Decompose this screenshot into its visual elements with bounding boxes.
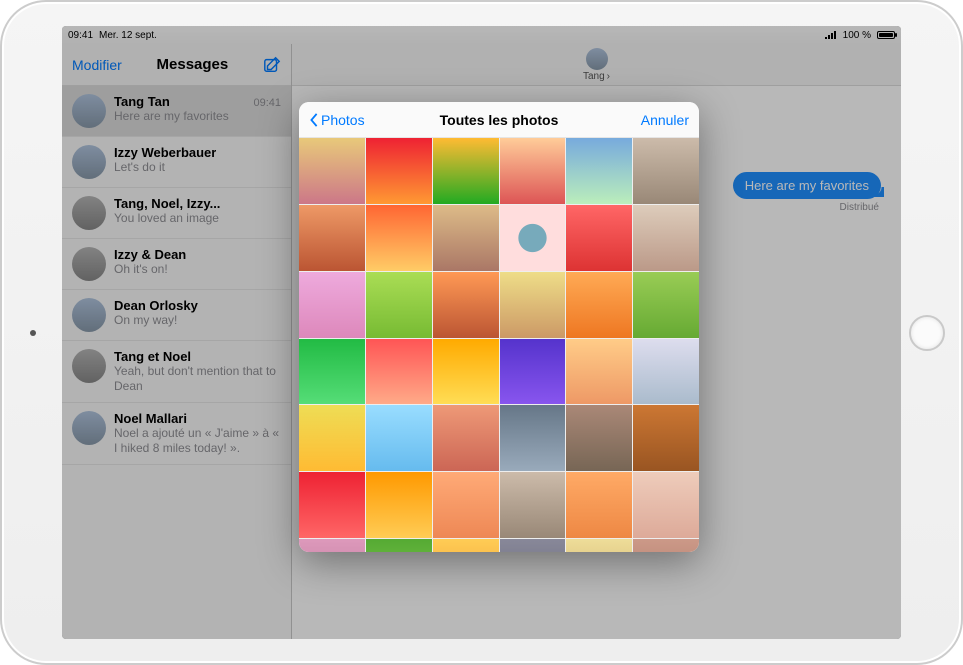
photo-thumbnail[interactable]: [633, 539, 699, 552]
photo-thumbnail[interactable]: [366, 272, 432, 338]
photo-thumbnail[interactable]: [433, 405, 499, 471]
photo-thumbnail[interactable]: [299, 205, 365, 271]
home-button[interactable]: [909, 315, 945, 351]
photo-thumbnail[interactable]: [433, 205, 499, 271]
photo-thumbnail[interactable]: [500, 539, 566, 552]
photo-thumbnail[interactable]: [366, 339, 432, 405]
photo-thumbnail[interactable]: [566, 539, 632, 552]
photo-thumbnail[interactable]: [433, 339, 499, 405]
photo-thumbnail[interactable]: [299, 339, 365, 405]
photo-thumbnail[interactable]: [433, 272, 499, 338]
screen: 09:41 Mer. 12 sept. 100 % Modifier Messa…: [62, 26, 901, 639]
front-camera-dot: [30, 330, 36, 336]
photo-grid[interactable]: [299, 138, 699, 552]
photo-thumbnail[interactable]: [299, 472, 365, 538]
ipad-frame: 09:41 Mer. 12 sept. 100 % Modifier Messa…: [0, 0, 963, 665]
picker-back-button[interactable]: Photos: [309, 112, 365, 128]
picker-header: Photos Toutes les photos Annuler: [299, 102, 699, 138]
picker-back-label: Photos: [321, 112, 365, 128]
photo-thumbnail[interactable]: [299, 405, 365, 471]
photo-thumbnail[interactable]: [633, 339, 699, 405]
photo-thumbnail[interactable]: [500, 405, 566, 471]
photo-thumbnail[interactable]: [500, 205, 566, 271]
photo-thumbnail[interactable]: [433, 539, 499, 552]
photo-thumbnail[interactable]: [633, 472, 699, 538]
photo-thumbnail[interactable]: [633, 405, 699, 471]
photo-thumbnail[interactable]: [500, 138, 566, 204]
photo-thumbnail[interactable]: [366, 138, 432, 204]
photo-thumbnail[interactable]: [566, 405, 632, 471]
photo-thumbnail[interactable]: [366, 405, 432, 471]
photo-thumbnail[interactable]: [500, 272, 566, 338]
photo-thumbnail[interactable]: [566, 205, 632, 271]
photo-thumbnail[interactable]: [566, 472, 632, 538]
photo-thumbnail[interactable]: [366, 539, 432, 552]
photo-thumbnail[interactable]: [500, 339, 566, 405]
picker-cancel-button[interactable]: Annuler: [641, 112, 689, 128]
photo-thumbnail[interactable]: [500, 472, 566, 538]
photo-thumbnail[interactable]: [633, 138, 699, 204]
photo-thumbnail[interactable]: [299, 539, 365, 552]
photo-thumbnail[interactable]: [433, 472, 499, 538]
photo-thumbnail[interactable]: [633, 272, 699, 338]
photo-thumbnail[interactable]: [299, 138, 365, 204]
photo-thumbnail[interactable]: [366, 205, 432, 271]
photo-picker-popover: Photos Toutes les photos Annuler: [299, 102, 699, 552]
photo-thumbnail[interactable]: [299, 272, 365, 338]
photo-thumbnail[interactable]: [366, 472, 432, 538]
photo-thumbnail[interactable]: [566, 138, 632, 204]
photo-thumbnail[interactable]: [433, 138, 499, 204]
photo-thumbnail[interactable]: [566, 339, 632, 405]
photo-thumbnail[interactable]: [633, 205, 699, 271]
photo-thumbnail[interactable]: [566, 272, 632, 338]
